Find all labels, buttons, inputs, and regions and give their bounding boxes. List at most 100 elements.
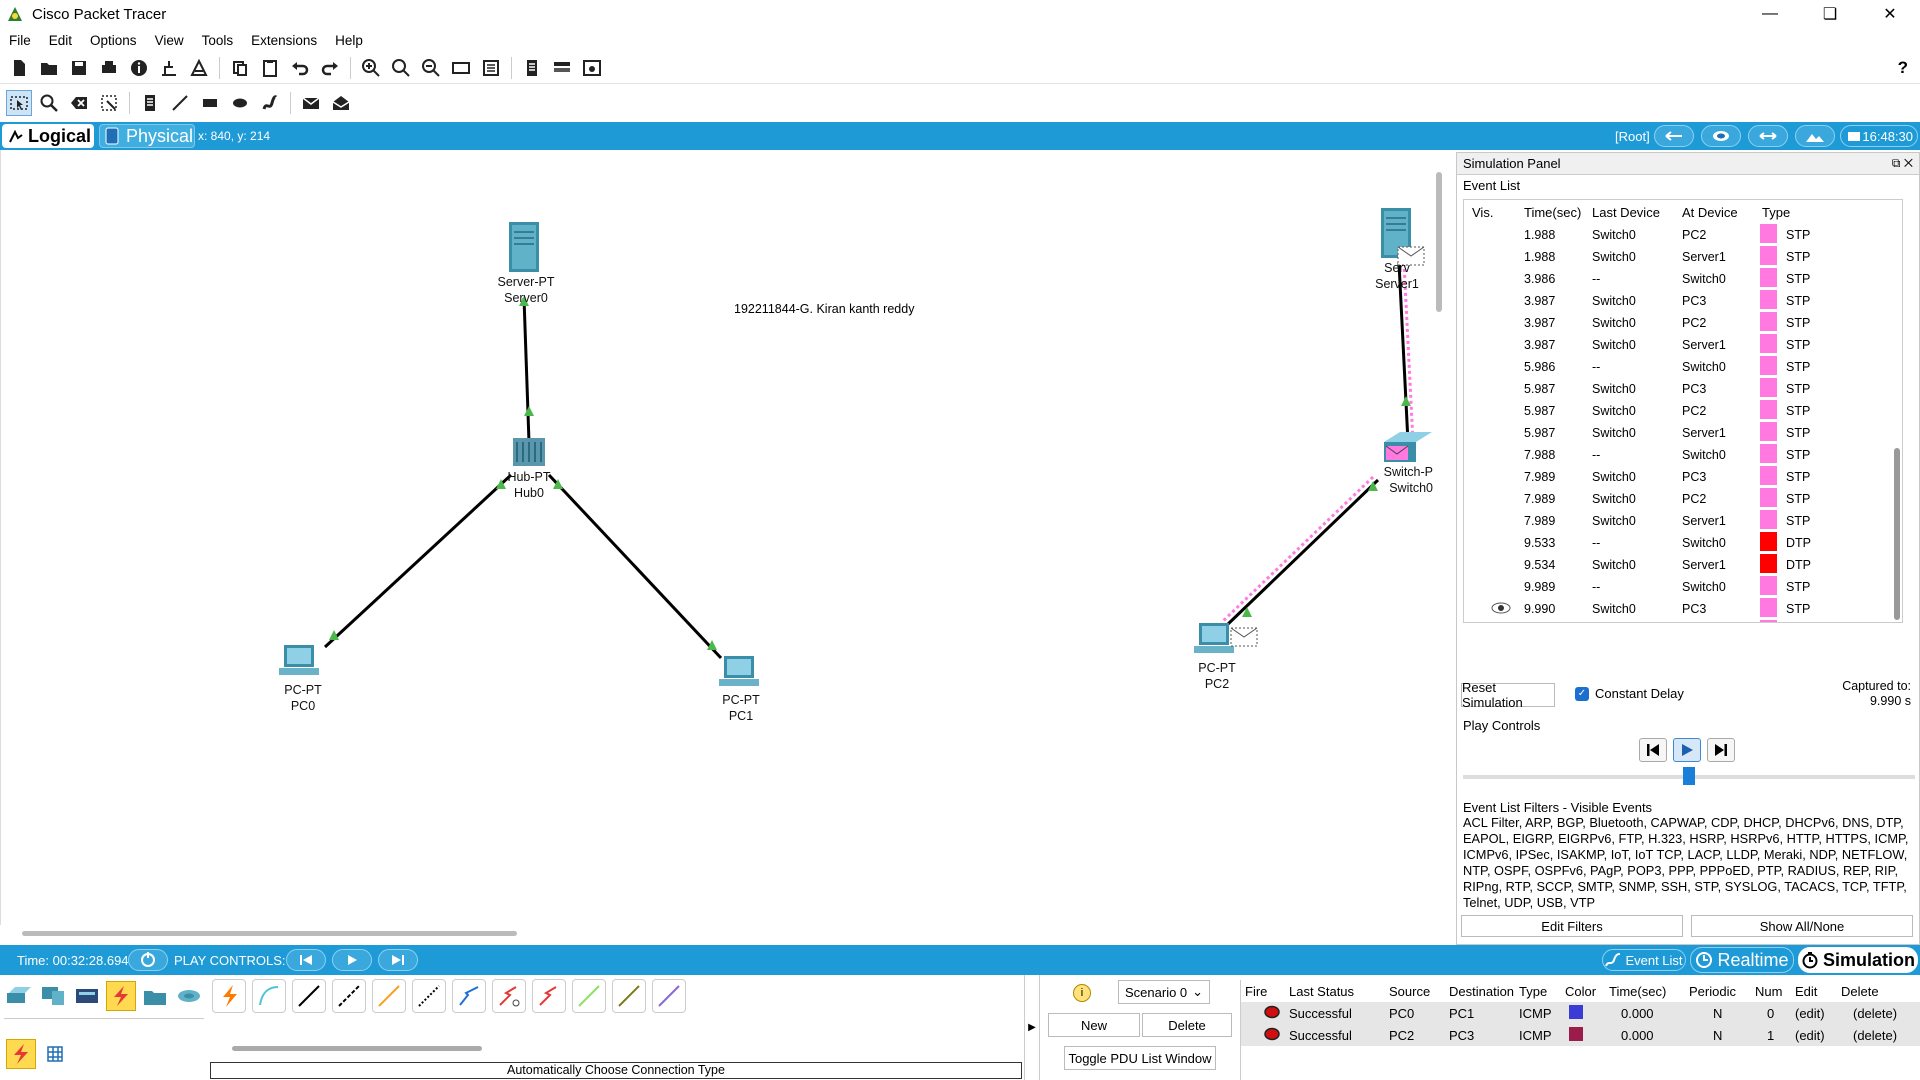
minimize-button[interactable]: — bbox=[1740, 0, 1800, 28]
copper-straight-through-icon[interactable] bbox=[292, 979, 326, 1013]
network-wizard-icon[interactable] bbox=[156, 55, 182, 81]
canvas-note[interactable]: 192211844-G. Kiran kanth reddy bbox=[734, 302, 914, 316]
show-all-none-button[interactable]: Show All/None bbox=[1691, 915, 1913, 937]
grid-icon[interactable] bbox=[40, 1039, 70, 1069]
auto-connection-icon[interactable] bbox=[212, 979, 246, 1013]
open-icon[interactable] bbox=[36, 55, 62, 81]
event-row[interactable]: 7.989 Switch0 PC3 STP bbox=[1464, 466, 1902, 488]
event-row[interactable]: 7.989 Switch0 Server1 STP bbox=[1464, 510, 1902, 532]
fiber-icon[interactable] bbox=[372, 979, 406, 1013]
simulation-mode-tab[interactable]: Simulation bbox=[1798, 947, 1918, 973]
menu-tools[interactable]: Tools bbox=[193, 33, 243, 48]
connections-subcategory-icon[interactable] bbox=[6, 1039, 36, 1069]
pdu-delete-link[interactable]: (delete) bbox=[1837, 1028, 1901, 1043]
event-row[interactable]: 5.987 Switch0 PC3 STP bbox=[1464, 378, 1902, 400]
col-periodic[interactable]: Periodic bbox=[1685, 984, 1751, 999]
multiuser-icon[interactable] bbox=[174, 981, 204, 1011]
add-complex-pdu-icon[interactable] bbox=[328, 90, 354, 116]
event-row[interactable]: 1.988 Switch0 Server1 STP bbox=[1464, 246, 1902, 268]
step-back-button[interactable] bbox=[1639, 738, 1667, 762]
reset-simulation-button[interactable]: Reset Simulation bbox=[1461, 680, 1555, 710]
switch0-label[interactable]: Switch-P Switch0 bbox=[1369, 464, 1433, 496]
event-row[interactable]: 3.987 Switch0 PC3 STP bbox=[1464, 290, 1902, 312]
collapse-arrow-icon[interactable]: ▶ bbox=[1024, 975, 1040, 1080]
delete-scenario-button[interactable]: Delete bbox=[1142, 1013, 1232, 1037]
col-color[interactable]: Color bbox=[1561, 984, 1605, 999]
freeform-icon[interactable] bbox=[257, 90, 283, 116]
connections-icon[interactable] bbox=[106, 981, 136, 1011]
miscellaneous-icon[interactable] bbox=[140, 981, 170, 1011]
scenario-info-icon[interactable]: i bbox=[1073, 984, 1091, 1002]
pc0-label[interactable]: PC-PT PC0 bbox=[263, 682, 343, 714]
event-row[interactable]: 5.987 Switch0 PC2 STP bbox=[1464, 400, 1902, 422]
note-icon[interactable] bbox=[137, 90, 163, 116]
event-row[interactable]: 3.986 -- Switch0 STP bbox=[1464, 268, 1902, 290]
pt-web-icon[interactable] bbox=[579, 55, 605, 81]
menu-help[interactable]: Help bbox=[326, 33, 372, 48]
event-list-scrollbar[interactable] bbox=[1894, 448, 1900, 620]
copy-icon[interactable] bbox=[227, 55, 253, 81]
col-delete[interactable]: Delete bbox=[1837, 984, 1901, 999]
info-icon[interactable] bbox=[126, 55, 152, 81]
zoom-out-icon[interactable] bbox=[418, 55, 444, 81]
resize-icon[interactable] bbox=[96, 90, 122, 116]
console-cable-icon[interactable] bbox=[252, 979, 286, 1013]
col-source[interactable]: Source bbox=[1385, 984, 1445, 999]
event-list-toggle[interactable]: Event List bbox=[1602, 949, 1686, 971]
event-row[interactable]: 3.987 Switch0 Server1 STP bbox=[1464, 334, 1902, 356]
components-icon[interactable] bbox=[72, 981, 102, 1011]
serial-dte-icon[interactable] bbox=[532, 979, 566, 1013]
rectangle-icon[interactable] bbox=[197, 90, 223, 116]
fire-button[interactable] bbox=[1241, 1005, 1285, 1022]
event-vis-cell[interactable] bbox=[1464, 602, 1520, 617]
serial-dce-icon[interactable] bbox=[492, 979, 526, 1013]
select-icon[interactable] bbox=[6, 90, 32, 116]
ellipse-icon[interactable] bbox=[227, 90, 253, 116]
server0-label[interactable]: Server-PT Server0 bbox=[483, 274, 569, 306]
undock-icon[interactable]: ⧉ bbox=[1892, 156, 1901, 170]
custom-device-icon[interactable] bbox=[478, 55, 504, 81]
redo-icon[interactable] bbox=[317, 55, 343, 81]
octal-cable-icon[interactable] bbox=[572, 979, 606, 1013]
hub0-label[interactable]: Hub-PT Hub0 bbox=[489, 469, 569, 501]
network-devices-icon[interactable] bbox=[4, 981, 34, 1011]
pdu-edit-link[interactable]: (edit) bbox=[1791, 1006, 1837, 1021]
pdu-delete-link[interactable]: (delete) bbox=[1837, 1006, 1901, 1021]
add-simple-pdu-icon[interactable] bbox=[298, 90, 324, 116]
col-fire[interactable]: Fire bbox=[1241, 984, 1285, 999]
event-row[interactable]: 3.987 Switch0 PC2 STP bbox=[1464, 312, 1902, 334]
col-last-device[interactable]: Last Device bbox=[1590, 205, 1680, 220]
event-row[interactable]: 7.988 -- Switch0 STP bbox=[1464, 444, 1902, 466]
menu-options[interactable]: Options bbox=[81, 33, 146, 48]
end-devices-icon[interactable] bbox=[38, 981, 68, 1011]
menu-edit[interactable]: Edit bbox=[40, 33, 81, 48]
pdu-row[interactable]: Successful PC2 PC3 ICMP 0.000 N 1 (edit) (delete… bbox=[1241, 1024, 1920, 1046]
undo-icon[interactable] bbox=[287, 55, 313, 81]
help-icon[interactable]: ? bbox=[1898, 58, 1908, 78]
copper-cross-over-icon[interactable] bbox=[332, 979, 366, 1013]
event-row[interactable]: 5.986 -- Switch0 STP bbox=[1464, 356, 1902, 378]
play-button[interactable] bbox=[1673, 738, 1701, 762]
inspect-icon[interactable] bbox=[36, 90, 62, 116]
power-cycle-button[interactable] bbox=[128, 949, 168, 971]
col-last-status[interactable]: Last Status bbox=[1285, 984, 1385, 999]
move-object-button[interactable] bbox=[1748, 125, 1788, 147]
line-icon[interactable] bbox=[167, 90, 193, 116]
logical-workspace[interactable]: Server-PT Server0 Hub-PT Hub0 PC-PT PC0 … bbox=[0, 150, 1433, 925]
new-icon[interactable] bbox=[6, 55, 32, 81]
save-icon[interactable] bbox=[66, 55, 92, 81]
event-row[interactable]: 9.533 -- Switch0 DTP bbox=[1464, 532, 1902, 554]
server1-label[interactable]: Serv Server1 bbox=[1357, 260, 1437, 292]
event-row[interactable]: 9.534 Switch0 Server1 DTP bbox=[1464, 554, 1902, 576]
menu-extensions[interactable]: Extensions bbox=[242, 33, 326, 48]
scenario-select[interactable]: Scenario 0 ⌄ bbox=[1118, 980, 1210, 1004]
close-button[interactable]: ✕ bbox=[1860, 0, 1920, 28]
pdu-row[interactable]: Successful PC0 PC1 ICMP 0.000 N 0 (edit) (delete… bbox=[1241, 1002, 1920, 1024]
back-button[interactable] bbox=[1654, 125, 1694, 147]
event-row[interactable]: 9.990 Switch0 PC3 STP bbox=[1464, 598, 1902, 620]
tab-logical[interactable]: Logical bbox=[2, 124, 94, 148]
event-row[interactable]: 9.989 -- Switch0 STP bbox=[1464, 576, 1902, 598]
fire-button[interactable] bbox=[1241, 1027, 1285, 1044]
event-row[interactable]: 7.989 Switch0 PC2 STP bbox=[1464, 488, 1902, 510]
col-num[interactable]: Num bbox=[1751, 984, 1791, 999]
